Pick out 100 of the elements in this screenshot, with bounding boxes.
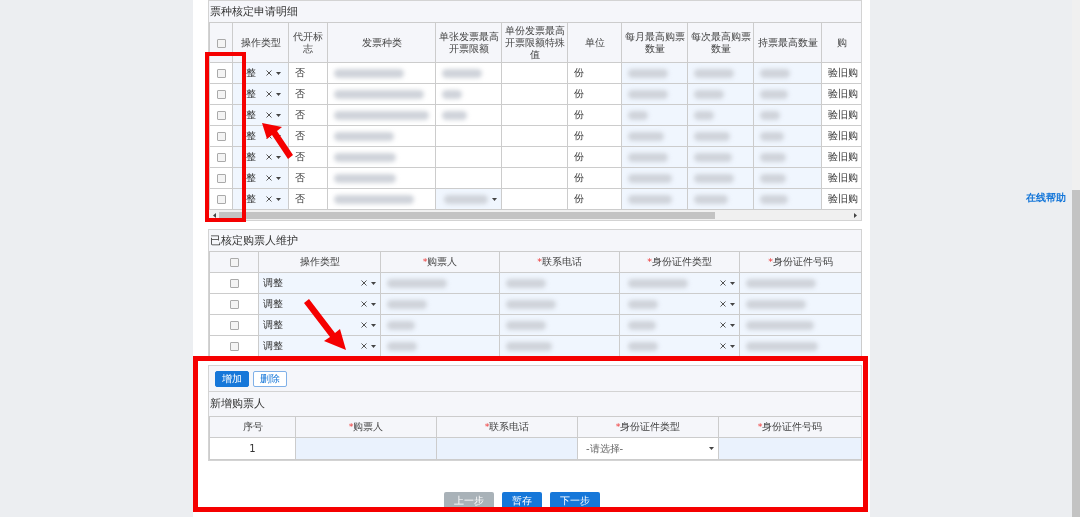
redacted-text: [334, 69, 404, 78]
table-cell: 否: [295, 67, 305, 78]
caret-icon[interactable]: [371, 281, 376, 285]
table-cell: 验旧购: [828, 67, 858, 78]
clear-icon[interactable]: [266, 196, 272, 202]
scrollbar[interactable]: [1072, 0, 1080, 517]
table-cell: 验旧购: [828, 130, 858, 141]
table-cell: 验旧购: [828, 172, 858, 183]
redacted-text: [694, 90, 724, 99]
table-cell: 份: [574, 109, 584, 120]
annotation-arrow: [262, 123, 293, 159]
clear-icon[interactable]: [266, 154, 272, 160]
help-link[interactable]: 在线帮助: [1026, 192, 1066, 203]
redacted-text: [628, 153, 668, 162]
redacted-text: [628, 69, 668, 78]
table-cell: 验旧购: [828, 88, 858, 99]
redacted-text: [694, 132, 730, 141]
redacted-text: [760, 69, 790, 78]
column-header: *购票人: [348, 421, 384, 432]
column-header: 操作类型: [299, 256, 340, 267]
clear-icon[interactable]: [361, 343, 367, 349]
redacted-text: [694, 69, 734, 78]
redacted-text: [746, 342, 818, 351]
clear-icon[interactable]: [266, 112, 272, 118]
caret-icon[interactable]: [371, 344, 376, 348]
checkbox[interactable]: [229, 279, 239, 288]
checkbox[interactable]: [216, 195, 226, 204]
redacted-text: [442, 111, 467, 120]
redacted-text: [628, 111, 648, 120]
table-cell: 否: [295, 109, 305, 120]
column-header: 单张发票最高开票限额: [438, 30, 499, 54]
column-header: 代开标志: [293, 30, 323, 54]
section-title: 已核定购票人维护: [209, 233, 299, 249]
checkbox[interactable]: [216, 90, 226, 99]
column-header: 发票种类: [361, 36, 402, 48]
delete-button[interactable]: 删除: [253, 370, 287, 387]
scroll-left-icon[interactable]: [213, 212, 216, 218]
redacted-text: [387, 300, 427, 309]
table-cell: 否: [295, 193, 305, 204]
redacted-text: [506, 300, 556, 309]
caret-icon[interactable]: [276, 176, 281, 180]
clear-icon[interactable]: [361, 280, 367, 286]
input-field[interactable]: [296, 438, 436, 459]
redacted-text: [746, 321, 814, 330]
redacted-text: [334, 174, 396, 183]
table-cell: 份: [574, 151, 584, 162]
checkbox[interactable]: [229, 258, 239, 267]
column-header: *购票人: [422, 256, 458, 267]
caret-icon[interactable]: [276, 92, 281, 96]
redacted-text: [746, 300, 806, 309]
redacted-text: [760, 195, 788, 204]
redacted-text: [628, 195, 672, 204]
caret-icon[interactable]: [276, 113, 281, 117]
redacted-text: [694, 195, 728, 204]
input-field[interactable]: [719, 438, 861, 459]
checkbox[interactable]: [229, 342, 239, 351]
redacted-text: [442, 69, 482, 78]
clear-icon[interactable]: [361, 322, 367, 328]
checkbox[interactable]: [229, 300, 239, 309]
redacted-text: [760, 153, 786, 162]
clear-icon[interactable]: [361, 301, 367, 307]
input-field[interactable]: [437, 438, 577, 459]
column-header: 操作类型: [240, 36, 281, 48]
caret-icon[interactable]: [276, 197, 281, 201]
redacted-text: [387, 342, 417, 351]
table-cell: 份: [574, 130, 584, 141]
clear-icon[interactable]: [266, 175, 272, 181]
checkbox[interactable]: [216, 132, 226, 141]
redacted-text: [628, 174, 672, 183]
redacted-text: [694, 174, 734, 183]
checkbox[interactable]: [216, 153, 226, 162]
checkbox[interactable]: [216, 111, 226, 120]
annotation-arrow: [304, 299, 346, 350]
redacted-text: [760, 111, 780, 120]
table-cell: 份: [574, 193, 584, 204]
column-header: 单份发票最高开票限额特殊值: [504, 24, 565, 60]
checkbox[interactable]: [229, 321, 239, 330]
checkbox[interactable]: [216, 69, 226, 78]
redacted-text: [506, 321, 546, 330]
checkbox[interactable]: [216, 38, 226, 48]
caret-icon[interactable]: [371, 302, 376, 306]
redacted-text: [760, 132, 784, 141]
caret-icon[interactable]: [371, 323, 376, 327]
table-cell: 验旧购: [828, 193, 858, 204]
column-header: *联系电话: [484, 421, 530, 432]
clear-icon[interactable]: [266, 70, 272, 76]
section-title: 票种核定申请明细: [209, 4, 299, 20]
clear-icon[interactable]: [266, 91, 272, 97]
add-button[interactable]: 增加: [215, 370, 249, 387]
scrollbar[interactable]: [209, 210, 861, 220]
table-cell: 1: [249, 443, 256, 454]
redacted-text: [334, 153, 396, 162]
checkbox[interactable]: [216, 174, 226, 183]
redacted-text: [628, 132, 664, 141]
caret-icon[interactable]: [276, 71, 281, 75]
table-cell: 份: [574, 88, 584, 99]
scroll-right-icon[interactable]: [854, 212, 857, 218]
caret-icon[interactable]: [276, 155, 281, 159]
redacted-text: [506, 342, 552, 351]
column-header: *身份证件类型: [647, 256, 712, 267]
